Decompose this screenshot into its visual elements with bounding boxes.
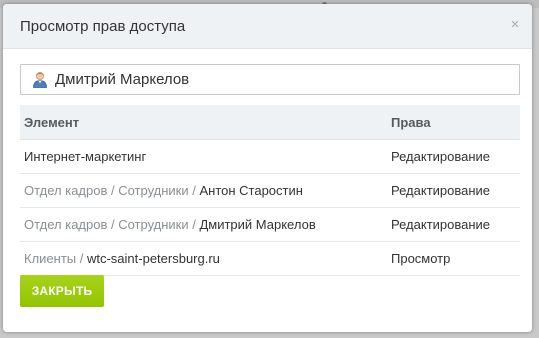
rights-cell: Редактирование	[391, 149, 491, 164]
column-header-rights: Права	[391, 115, 431, 130]
element-cell: Интернет-маркетинг	[24, 149, 146, 164]
element-path: Отдел кадров / Сотрудники /	[24, 183, 200, 198]
table-row: Отдел кадров / Сотрудники / Дмитрий Марк…	[20, 208, 520, 242]
close-icon[interactable]: ×	[508, 17, 522, 32]
user-field[interactable]: Дмитрий Маркелов	[20, 64, 520, 95]
dialog-title: Просмотр прав доступа	[20, 18, 186, 35]
element-name: wtc-saint-petersburg.ru	[86, 251, 220, 266]
permissions-table: Элемент Права Интернет-маркетинг Редакти…	[20, 105, 520, 276]
element-cell: Клиенты / wtc-saint-petersburg.ru	[24, 251, 220, 266]
rights-cell: Просмотр	[391, 251, 451, 266]
table-row: Интернет-маркетинг Редактирование	[20, 140, 520, 174]
table-header-row: Элемент Права	[20, 105, 520, 140]
table-row: Клиенты / wtc-saint-petersburg.ru Просмо…	[20, 242, 520, 276]
element-cell: Отдел кадров / Сотрудники / Антон Старос…	[24, 183, 303, 198]
element-cell: Отдел кадров / Сотрудники / Дмитрий Марк…	[24, 217, 316, 232]
table-row: Отдел кадров / Сотрудники / Антон Старос…	[20, 174, 520, 208]
element-path: Клиенты /	[24, 251, 87, 266]
close-button[interactable]: ЗАКРЫТЬ	[20, 275, 104, 307]
element-path: Отдел кадров / Сотрудники /	[24, 217, 200, 232]
user-icon	[33, 72, 47, 88]
dialog-header: Просмотр прав доступа ×	[3, 4, 532, 49]
rights-cell: Редактирование	[391, 183, 491, 198]
access-rights-dialog: Просмотр прав доступа × Дмитрий Маркелов…	[3, 4, 532, 332]
element-name: Антон Старостин	[199, 183, 303, 198]
element-name: Интернет-маркетинг	[24, 149, 147, 164]
rights-cell: Редактирование	[391, 217, 491, 232]
user-name: Дмитрий Маркелов	[55, 71, 190, 88]
column-header-element: Элемент	[24, 115, 80, 130]
element-name: Дмитрий Маркелов	[199, 217, 316, 232]
